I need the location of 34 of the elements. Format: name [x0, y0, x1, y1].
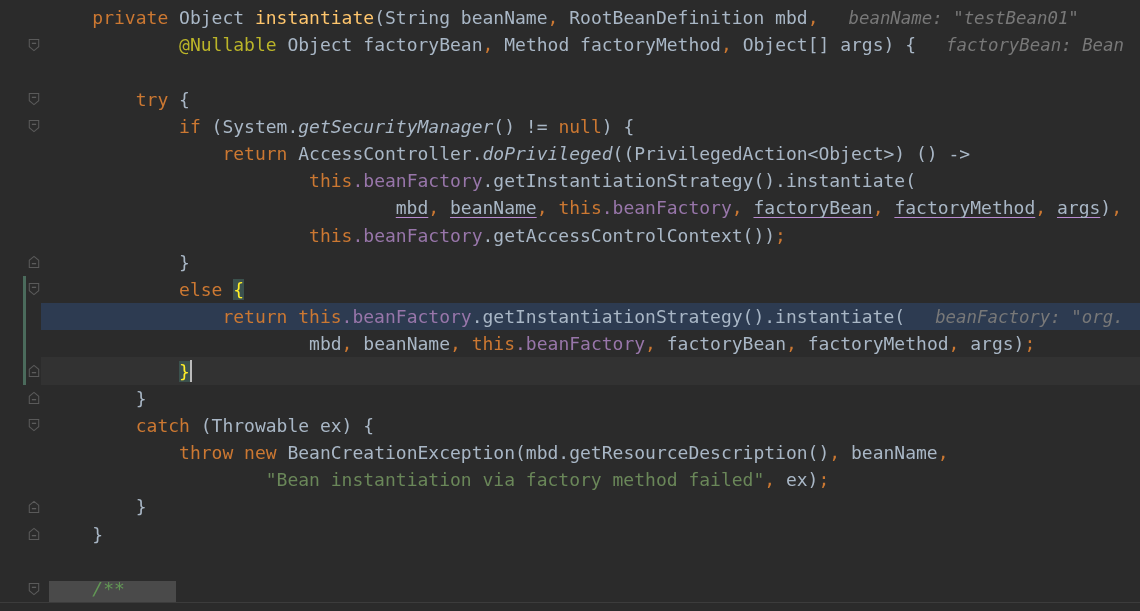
code-line: } [91, 523, 104, 545]
fold-collapse-icon[interactable] [28, 581, 40, 596]
code-line: } [134, 496, 147, 518]
code-line: catch (Throwable ex) { [134, 414, 375, 436]
inlay-hint: beanName: "testBean01" [848, 7, 1079, 28]
code-line: this.beanFactory.getInstantiationStrategy().instantiate( [308, 170, 916, 192]
code-line: private Object instantiate(String beanName, RootBeanDefinition mbd, [91, 7, 819, 29]
code-line: return AccessController.doPrivileged((PrivilegedAction<Object>) () -> [221, 143, 971, 165]
text-caret [189, 360, 192, 383]
fold-collapse-icon[interactable] [28, 37, 40, 52]
code-line: "Bean instantiation via factory method failed", ex); [264, 469, 830, 491]
fold-collapse-icon[interactable] [28, 92, 40, 107]
code-line: } [134, 387, 147, 409]
code-line: mbd, beanName, this.beanFactory, factoryBean, factoryMethod, args); [308, 333, 1036, 355]
inlay-hint: factoryBean: Bean [946, 34, 1125, 55]
code-line: if (System.getSecurityManager() != null) { [178, 115, 635, 137]
fold-collapse-icon[interactable] [28, 282, 40, 297]
code-line: /** [91, 578, 125, 600]
fold-end-icon[interactable] [28, 391, 40, 406]
fold-end-icon[interactable] [28, 499, 40, 514]
fold-collapse-icon[interactable] [28, 418, 40, 433]
code-line: throw new BeanCreationException(mbd.getResourceDescription(), beanName, [178, 442, 949, 464]
code-line: mbd, beanName, this.beanFactory, factoryBean, factoryMethod, args), [394, 197, 1122, 219]
code-line: @Nullable Object factoryBean, Method factoryMethod, Object[] args) { [178, 34, 917, 56]
code-line: this.beanFactory.getAccessControlContext()); [308, 224, 786, 246]
fold-end-icon[interactable] [28, 255, 40, 270]
inlay-hint: beanFactory: "org. [935, 306, 1124, 327]
fold-collapse-icon[interactable] [28, 119, 40, 134]
fold-end-icon[interactable] [28, 364, 40, 379]
code-line: try { [134, 88, 190, 110]
fold-end-icon[interactable] [28, 527, 40, 542]
code-line: } [178, 251, 190, 273]
code-line: return this.beanFactory.getInstantiationStrategy().instantiate( [221, 306, 906, 328]
code-line: else { [178, 278, 245, 300]
